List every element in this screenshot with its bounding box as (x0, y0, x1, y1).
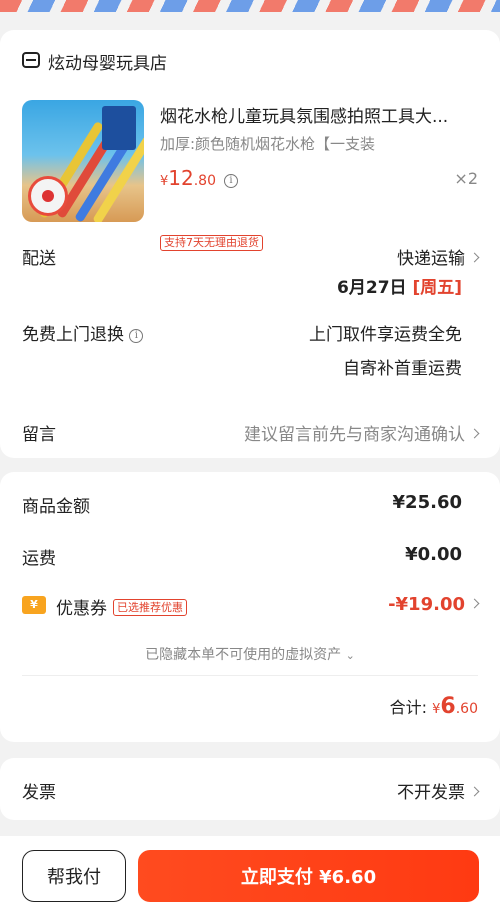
chevron-right-icon (469, 252, 480, 263)
chevron-right-icon (469, 598, 480, 609)
hidden-assets-toggle[interactable]: 已隐藏本单不可使用的虚拟资产 ⌄ (0, 644, 500, 664)
product-spec[interactable]: 加厚:颜色随机烟花水枪【一支装 (160, 133, 375, 154)
store-name[interactable]: 炫动母婴玩具店 (48, 49, 167, 74)
message-input[interactable]: 建议留言前先与商家沟通确认 (244, 420, 480, 445)
bottom-action-bar: 帮我付 立即支付 ¥6.60 (0, 836, 500, 909)
invoice-value[interactable]: 不开发票 (397, 778, 480, 803)
delivery-label: 配送 (22, 249, 56, 269)
airmail-border (0, 0, 500, 12)
return-info-icon[interactable]: i (129, 329, 144, 343)
coupon-recommend-tag: 已选推荐优惠 (113, 599, 187, 616)
return-line1: 上门取件享运费全免 (309, 325, 462, 345)
coupon-icon: ¥ (22, 596, 46, 614)
invoice-label: 发票 (22, 783, 56, 803)
shipping-label: 运费 (22, 549, 56, 569)
return-policy-tag: 支持7天无理由退货 (160, 235, 263, 251)
store-icon (22, 52, 40, 68)
help-pay-button[interactable]: 帮我付 (22, 850, 126, 902)
shipping-value: ¥0.00 (405, 544, 462, 565)
return-line2: 自寄补首重运费 (343, 359, 462, 379)
price-summary-card: 商品金额 ¥25.60 运费 ¥0.00 ¥ 优惠券 已选推荐优惠 -¥19.00… (0, 472, 500, 742)
return-label: 免费上门退换 i (22, 320, 144, 345)
chevron-right-icon (469, 428, 480, 439)
message-label: 留言 (22, 425, 56, 445)
divider (22, 675, 478, 676)
order-card: 炫动母婴玩具店 烟花水枪儿童玩具氛围感拍照工具大... 加厚:颜色随机烟花水枪【… (0, 30, 500, 458)
chevron-down-icon: ⌄ (345, 649, 355, 662)
goods-amount-label: 商品金额 (22, 497, 90, 517)
price-info-icon[interactable]: i (224, 170, 238, 189)
goods-amount-value: ¥25.60 (392, 492, 462, 513)
chevron-right-icon (469, 786, 480, 797)
product-quantity: ×2 (454, 169, 478, 188)
product-title[interactable]: 烟花水枪儿童玩具氛围感拍照工具大... (160, 102, 485, 127)
delivery-method[interactable]: 快递运输 (397, 244, 480, 269)
total: 合计: ¥6.60 (389, 694, 478, 719)
product-price: ¥12.80 (160, 166, 216, 190)
product-thumbnail[interactable] (22, 100, 144, 222)
invoice-card[interactable]: 发票 不开发票 (0, 758, 500, 820)
pay-now-button[interactable]: 立即支付 ¥6.60 (138, 850, 479, 902)
coupon-label[interactable]: 优惠券 已选推荐优惠 (56, 594, 187, 619)
coupon-value[interactable]: -¥19.00 (388, 594, 480, 615)
delivery-date: 6月27日 [周五] (337, 278, 462, 298)
